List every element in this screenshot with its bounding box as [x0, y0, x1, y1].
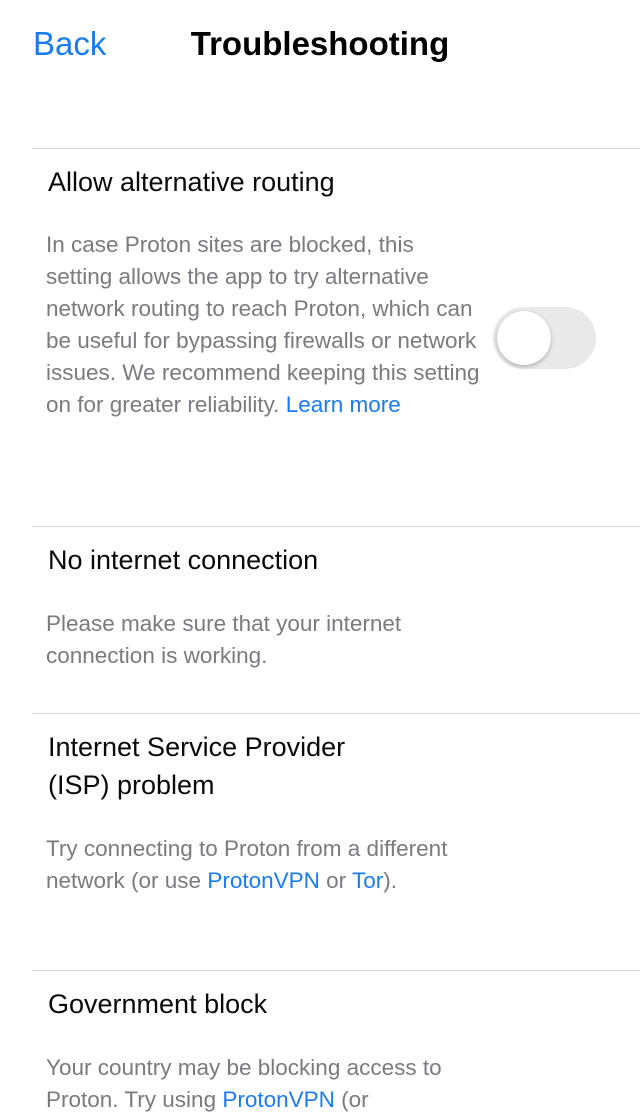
title-line: Internet Service Provider [48, 732, 346, 762]
section-desc-alternative-routing: In case Proton sites are blocked, this s… [46, 229, 486, 421]
section-title-alternative-routing: Allow alternative routing [48, 167, 335, 197]
desc-text: (or [334, 1087, 369, 1112]
page-title: Troubleshooting [190, 25, 450, 62]
alternative-routing-toggle[interactable] [493, 307, 596, 369]
section-title-no-internet: No internet connection [48, 545, 319, 575]
section-desc-no-internet: Please make sure that your internet conn… [46, 611, 402, 668]
divider [32, 970, 640, 971]
protonvpn-link[interactable]: ProtonVPN [207, 868, 320, 893]
divider [32, 713, 640, 714]
section-title-government-block: Government block [48, 989, 268, 1019]
protonvpn-link[interactable]: ProtonVPN [222, 1087, 335, 1112]
desc-text: In case Proton sites are blocked, this s… [46, 232, 480, 417]
desc-text: or [319, 868, 352, 893]
learn-more-link[interactable]: Learn more [286, 392, 401, 417]
section-title-isp-problem: Internet Service Provider (ISP) problem [48, 728, 490, 804]
toggle-knob [497, 311, 551, 365]
divider [32, 148, 640, 149]
divider [32, 526, 640, 527]
section-desc-isp-problem: Try connecting to Proton from a differen… [46, 833, 486, 897]
navigation-bar: Back Troubleshooting [0, 0, 640, 90]
section-desc-government-block: Your country may be blocking access to P… [46, 1052, 486, 1116]
desc-text: ). [383, 868, 397, 893]
tor-link[interactable]: Tor [352, 868, 383, 893]
title-line: (ISP) problem [48, 770, 215, 800]
